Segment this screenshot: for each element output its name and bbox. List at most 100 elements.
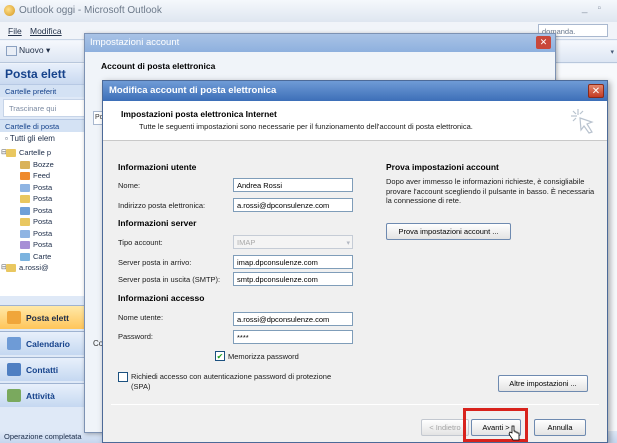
folder-icon [20, 229, 30, 238]
dialog-banner: Impostazioni posta elettronica Internet … [103, 101, 607, 141]
menu-modifica[interactable]: Modifica [30, 26, 62, 36]
account-settings-title: Impostazioni account [85, 34, 555, 52]
spa-label[interactable]: Richiedi accesso con autenticazione pass… [131, 372, 351, 391]
folder-tree-item[interactable]: ⊟ a.rossi@ [0, 263, 92, 275]
access-info-heading: Informazioni accesso [118, 293, 205, 303]
folder-tree-item[interactable]: ⊟ Cartelle p [0, 148, 92, 160]
new-button-label: Nuovo [19, 45, 44, 55]
favorites-drop-area: Trascinare qui [3, 99, 89, 117]
menu-file[interactable]: File [8, 26, 22, 36]
test-settings-description: Dopo aver immesso le informazioni richie… [386, 177, 595, 205]
nav-button-label: Attività [26, 391, 55, 401]
wizard-sparkle-icon [571, 109, 594, 134]
test-settings-heading: Prova impostazioni account [386, 162, 499, 172]
folder-label: Cartelle p [19, 148, 52, 157]
edit-account-dialog: Modifica account di posta elettronica ✕ … [102, 80, 608, 443]
user-info-heading: Informazioni utente [118, 162, 197, 172]
folder-label: a.rossi@ [19, 263, 49, 272]
banner-subtitle: Tutte le seguenti impostazioni sono nece… [139, 122, 473, 131]
edit-account-title: Modifica account di posta elettronica [103, 81, 607, 101]
outlook-app-icon [4, 5, 15, 16]
folder-tree: ⊟ Cartelle p Bozze Feed Posta Posta Posta Posta… [0, 146, 92, 296]
nav-button-label: Calendario [26, 339, 70, 349]
name-label: Nome: [118, 181, 141, 190]
folder-icon [6, 149, 16, 157]
folder-icon [6, 264, 16, 272]
folder-tree-item[interactable]: Carte [0, 252, 92, 264]
chevron-down-icon: ▾ [346, 240, 350, 247]
name-field[interactable]: Andrea Rossi [233, 178, 353, 192]
nav-button[interactable]: Posta elett [0, 305, 93, 329]
account-type-select: IMAP ▾ [233, 235, 353, 249]
nav-button[interactable]: Contatti [0, 357, 93, 381]
nav-button[interactable]: Calendario [0, 331, 93, 355]
folder-label: Posta [33, 228, 53, 238]
nav-button-icon [7, 363, 21, 376]
email-label: Indirizzo posta elettronica: [118, 201, 206, 210]
favorites-section[interactable]: Cartelle preferit [0, 84, 92, 97]
username-field[interactable]: a.rossi@dpconsulenze.com [233, 312, 353, 326]
nav-pane-title: Posta elett [0, 64, 92, 84]
remember-password-checkbox[interactable]: ✔ [215, 351, 225, 361]
folder-icon [20, 172, 30, 180]
nav-button-icon [7, 337, 21, 350]
footer-separator [111, 404, 599, 405]
account-type-label: Tipo account: [118, 238, 163, 247]
all-items-label: Tutti gli elem [9, 134, 55, 143]
account-settings-heading: Account di posta elettronica [101, 61, 216, 71]
folder-icon [20, 218, 30, 226]
folder-icon [20, 206, 30, 215]
folder-icon [20, 195, 30, 203]
cancel-button[interactable]: Annulla [534, 419, 586, 436]
nav-button[interactable]: Attività [0, 383, 93, 407]
spa-checkbox[interactable] [118, 372, 128, 382]
email-field[interactable]: a.rossi@dpconsulenze.com [233, 198, 353, 212]
folder-label: Posta [33, 217, 53, 226]
folder-tree-item[interactable]: Posta [0, 206, 92, 218]
window-controls[interactable]: _▫ [582, 3, 611, 14]
outlook-titlebar: Outlook oggi - Microsoft Outlook _▫ [0, 0, 617, 22]
folder-label: Posta [33, 194, 53, 203]
username-label: Nome utente: [118, 313, 164, 322]
outgoing-server-label: Server posta in uscita (SMTP): [118, 275, 221, 284]
folder-tree-item[interactable]: Posta [0, 217, 92, 229]
folder-tree-item[interactable]: Posta [0, 229, 92, 241]
folder-tree-item[interactable]: Posta [0, 194, 92, 206]
password-field[interactable]: **** [233, 330, 353, 344]
hand-cursor-icon [508, 425, 520, 441]
mail-folders-section[interactable]: Cartelle di posta [0, 119, 92, 132]
folder-tree-item[interactable]: Bozze [0, 160, 92, 172]
account-settings-close-button[interactable]: ✕ [536, 36, 551, 49]
folder-label: Posta [33, 205, 53, 215]
folder-icon [20, 183, 30, 192]
folder-label: Feed [33, 171, 51, 180]
more-settings-button[interactable]: Altre impostazioni ... [498, 375, 588, 392]
new-button[interactable]: Nuovo ▾ [6, 45, 58, 59]
account-type-value: IMAP [237, 238, 256, 247]
folder-tree-item[interactable]: Posta [0, 183, 92, 195]
folder-icon [20, 241, 30, 249]
password-label: Password: [118, 332, 154, 341]
edit-account-close-button[interactable]: ✕ [588, 84, 604, 98]
folder-label: Posta [33, 182, 53, 192]
incoming-server-field[interactable]: imap.dpconsulenze.com [233, 255, 353, 269]
folder-icon [20, 252, 30, 261]
folder-tree-item[interactable]: Feed [0, 171, 92, 183]
folder-label: Bozze [33, 159, 54, 169]
all-mail-items[interactable]: ▫ Tutti gli elem [0, 132, 92, 146]
nav-button-label: Posta elett [26, 313, 69, 323]
nav-button-label: Contatti [26, 365, 59, 375]
folder-label: Carte [33, 251, 52, 261]
remember-password-label[interactable]: Memorizza password [228, 352, 299, 361]
folder-tree-item[interactable]: Posta [0, 240, 92, 252]
incoming-server-label: Server posta in arrivo: [118, 258, 192, 267]
folder-label: Posta [33, 240, 53, 249]
test-account-button[interactable]: Prova impostazioni account ... [386, 223, 511, 240]
server-info-heading: Informazioni server [118, 218, 197, 228]
new-item-icon [6, 45, 17, 56]
outgoing-server-field[interactable]: smtp.dpconsulenze.com [233, 272, 353, 286]
toolbar-overflow-icon[interactable]: ▾ [610, 48, 614, 56]
back-button: < Indietro [421, 419, 469, 436]
folder-icon [20, 160, 30, 169]
banner-heading: Impostazioni posta elettronica Internet [121, 109, 277, 119]
